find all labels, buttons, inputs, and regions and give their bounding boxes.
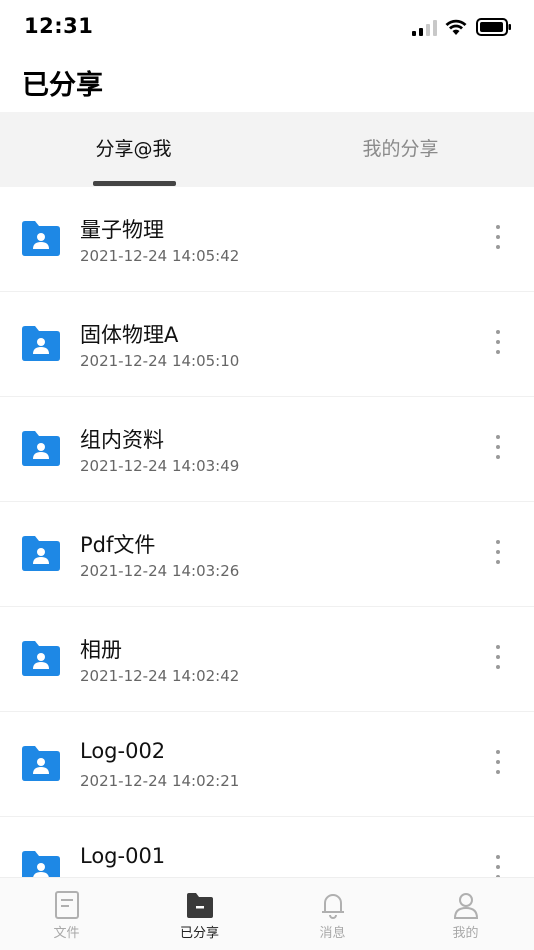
tab-shared-with-me[interactable]: 分享@我 <box>0 112 267 187</box>
file-name: 组内资料 <box>80 428 164 452</box>
list-item[interactable]: 固体物理A 2021-12-24 14:05:10 <box>0 292 534 397</box>
bell-icon <box>321 894 344 919</box>
list-item[interactable]: Log-001 <box>0 817 534 877</box>
more-options-icon[interactable] <box>486 538 510 568</box>
nav-label: 消息 <box>319 926 346 941</box>
file-date: 2021-12-24 14:05:42 <box>80 247 240 265</box>
file-date: 2021-12-24 14:03:49 <box>80 457 240 475</box>
list-item[interactable]: Pdf文件 2021-12-24 14:03:26 <box>0 502 534 607</box>
bottom-nav: 文件 已分享 消息 我的 <box>0 877 534 950</box>
file-name: Log-001 <box>80 844 166 868</box>
nav-item-messages[interactable]: 消息 <box>266 878 399 950</box>
nav-label: 文件 <box>53 926 80 941</box>
document-icon <box>54 891 79 919</box>
signal-icon <box>412 20 437 36</box>
nav-item-files[interactable]: 文件 <box>0 878 133 950</box>
shared-folder-icon <box>22 536 60 571</box>
page-header: 已分享 <box>0 50 534 112</box>
nav-label: 我的 <box>452 926 479 941</box>
list-item[interactable]: 组内资料 2021-12-24 14:03:49 <box>0 397 534 502</box>
list-item[interactable]: 相册 2021-12-24 14:02:42 <box>0 607 534 712</box>
nav-label: 已分享 <box>179 926 219 941</box>
more-options-icon[interactable] <box>486 853 510 877</box>
nav-item-me[interactable]: 我的 <box>399 878 532 950</box>
file-date: 2021-12-24 14:03:26 <box>80 562 240 580</box>
shared-folder-icon <box>22 851 60 877</box>
tab-my-shares[interactable]: 我的分享 <box>267 112 534 187</box>
file-name: 量子物理 <box>80 218 164 242</box>
file-date: 2021-12-24 14:05:10 <box>80 352 240 370</box>
list-item[interactable]: Log-002 2021-12-24 14:02:21 <box>0 712 534 817</box>
more-options-icon[interactable] <box>486 328 510 358</box>
status-bar: 12:31 <box>0 0 534 50</box>
file-name: Log-002 <box>80 739 166 763</box>
nav-item-shared[interactable]: 已分享 <box>133 878 266 950</box>
wifi-icon <box>445 19 467 35</box>
more-options-icon[interactable] <box>486 643 510 673</box>
list-item[interactable]: 量子物理 2021-12-24 14:05:42 <box>0 187 534 292</box>
shared-folder-icon <box>22 221 60 256</box>
more-options-icon[interactable] <box>486 433 510 463</box>
shared-folder-icon <box>22 641 60 676</box>
shared-folder-icon <box>186 893 213 918</box>
shared-folder-icon <box>22 746 60 781</box>
more-options-icon[interactable] <box>486 223 510 253</box>
file-date: 2021-12-24 14:02:21 <box>80 772 240 790</box>
person-icon <box>453 893 478 919</box>
file-date: 2021-12-24 14:02:42 <box>80 667 240 685</box>
file-name: Pdf文件 <box>80 533 156 557</box>
more-options-icon[interactable] <box>486 748 510 778</box>
battery-icon <box>476 18 511 36</box>
active-tab-indicator <box>93 181 176 186</box>
shared-folder-icon <box>22 431 60 466</box>
file-name: 相册 <box>80 638 122 662</box>
tab-bar: 分享@我 我的分享 <box>0 112 534 187</box>
shared-file-list[interactable]: 量子物理 2021-12-24 14:05:42 固体物理A 2021-12-2… <box>0 187 534 877</box>
shared-folder-icon <box>22 326 60 361</box>
file-name: 固体物理A <box>80 323 179 347</box>
status-time: 12:31 <box>24 14 94 38</box>
page-title: 已分享 <box>22 70 103 101</box>
